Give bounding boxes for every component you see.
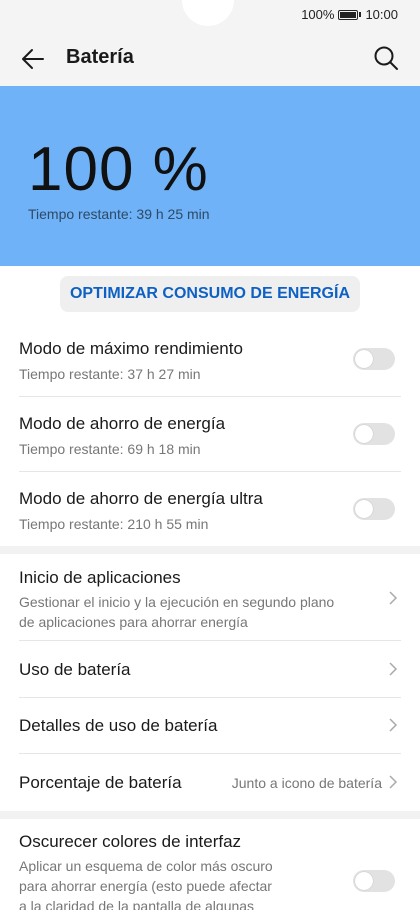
search-icon[interactable]	[372, 44, 400, 72]
item-title: Inicio de aplicaciones	[19, 568, 181, 587]
mode-power-saving[interactable]: Modo de ahorro de energía Tiempo restant…	[0, 404, 420, 474]
battery-usage-item[interactable]: Uso de batería	[0, 641, 420, 697]
item-title: Porcentaje de batería	[19, 773, 182, 792]
mode-subtitle: Tiempo restante: 69 h 18 min	[19, 441, 201, 457]
page-title: Batería	[66, 46, 134, 68]
battery-summary-panel: 100 % Tiempo restante: 39 h 25 min	[0, 86, 420, 266]
camera-notch	[182, 0, 234, 26]
app-launch-item[interactable]: Inicio de aplicaciones Gestionar el inic…	[0, 556, 420, 640]
mode-title: Modo de ahorro de energía ultra	[19, 489, 263, 508]
dark-colors-item[interactable]: Oscurecer colores de interfaz Aplicar un…	[0, 820, 420, 910]
item-desc-line3: a la claridad de la pantalla de algunas	[19, 898, 255, 910]
section-gap	[0, 811, 420, 819]
status-bar: 100% 10:00	[0, 0, 420, 30]
remaining-time: Tiempo restante: 39 h 25 min	[28, 206, 210, 222]
mode-title: Modo de ahorro de energía	[19, 414, 226, 433]
section-gap	[0, 546, 420, 554]
battery-percentage: 100 %	[28, 135, 209, 204]
chevron-right-icon	[389, 591, 398, 605]
chevron-right-icon	[389, 718, 398, 732]
item-title: Uso de batería	[19, 660, 131, 679]
power-saving-toggle[interactable]	[353, 423, 395, 445]
mode-title: Modo de máximo rendimiento	[19, 339, 243, 358]
mode-subtitle: Tiempo restante: 210 h 55 min	[19, 516, 209, 532]
item-title: Oscurecer colores de interfaz	[19, 832, 242, 851]
item-subtitle-line2: de aplicaciones para ahorrar energía	[19, 614, 248, 630]
mode-max-performance[interactable]: Modo de máximo rendimiento Tiempo restan…	[0, 330, 420, 400]
app-bar: Batería	[0, 30, 420, 86]
mode-subtitle: Tiempo restante: 37 h 27 min	[19, 366, 201, 382]
divider	[19, 471, 401, 472]
ultra-power-saving-toggle[interactable]	[353, 498, 395, 520]
battery-icon	[338, 9, 359, 20]
battery-percent-text: 100%	[301, 7, 335, 22]
item-value: Junto a icono de batería	[231, 775, 382, 791]
mode-ultra-power-saving[interactable]: Modo de ahorro de energía ultra Tiempo r…	[0, 479, 420, 545]
chevron-right-icon	[389, 775, 398, 789]
divider	[19, 396, 401, 397]
back-arrow-icon[interactable]	[20, 46, 46, 72]
battery-percentage-item[interactable]: Porcentaje de batería Junto a icono de b…	[0, 754, 420, 810]
chevron-right-icon	[389, 662, 398, 676]
battery-tip	[359, 12, 362, 17]
usage-details-item[interactable]: Detalles de uso de batería	[0, 698, 420, 754]
clock: 10:00	[365, 7, 398, 22]
item-desc-line1: Aplicar un esquema de color más oscuro	[19, 858, 273, 874]
item-subtitle-line1: Gestionar el inicio y la ejecución en se…	[19, 594, 335, 610]
item-title: Detalles de uso de batería	[19, 716, 218, 735]
max-performance-toggle[interactable]	[353, 348, 395, 370]
item-desc-line2: para ahorrar energía (esto puede afectar	[19, 878, 272, 894]
optimize-button[interactable]: OPTIMIZAR CONSUMO DE ENERGÍA	[60, 276, 360, 312]
dark-colors-toggle[interactable]	[353, 870, 395, 892]
status-indicators: 100% 10:00	[301, 7, 398, 22]
